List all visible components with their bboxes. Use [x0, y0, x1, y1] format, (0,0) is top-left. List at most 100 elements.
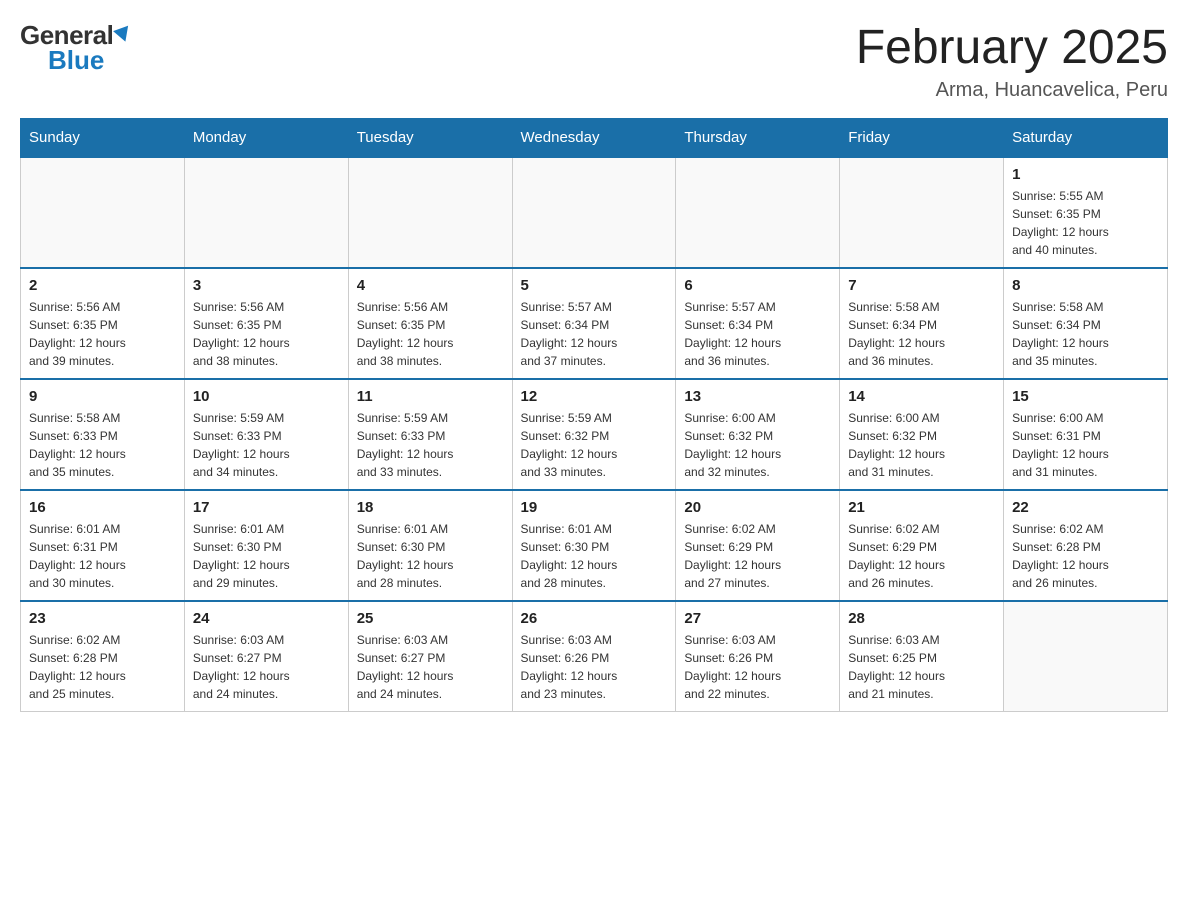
day-info: Sunrise: 6:02 AM Sunset: 6:28 PM Dayligh… — [1012, 520, 1159, 592]
day-number: 20 — [684, 499, 831, 516]
calendar-cell: 6 Sunrise: 5:57 AM Sunset: 6:34 PM Daylig… — [676, 268, 840, 379]
day-number: 3 — [193, 277, 340, 294]
calendar-week-row: 1 Sunrise: 5:55 AM Sunset: 6:35 PM Daylig… — [21, 157, 1168, 268]
day-info: Sunrise: 6:03 AM Sunset: 6:25 PM Dayligh… — [848, 631, 995, 703]
day-info: Sunrise: 6:01 AM Sunset: 6:31 PM Dayligh… — [29, 520, 176, 592]
calendar-cell — [348, 157, 512, 268]
day-info: Sunrise: 5:57 AM Sunset: 6:34 PM Dayligh… — [684, 298, 831, 370]
calendar-cell: 7 Sunrise: 5:58 AM Sunset: 6:34 PM Daylig… — [840, 268, 1004, 379]
calendar-cell — [1004, 601, 1168, 712]
calendar-cell: 13 Sunrise: 6:00 AM Sunset: 6:32 PM Dayli… — [676, 379, 840, 490]
calendar-cell: 25 Sunrise: 6:03 AM Sunset: 6:27 PM Dayli… — [348, 601, 512, 712]
day-info: Sunrise: 5:55 AM Sunset: 6:35 PM Dayligh… — [1012, 187, 1159, 259]
day-info: Sunrise: 5:58 AM Sunset: 6:34 PM Dayligh… — [1012, 298, 1159, 370]
calendar-week-row: 9 Sunrise: 5:58 AM Sunset: 6:33 PM Daylig… — [21, 379, 1168, 490]
logo: General Blue — [20, 20, 131, 76]
day-number: 13 — [684, 388, 831, 405]
day-info: Sunrise: 5:57 AM Sunset: 6:34 PM Dayligh… — [521, 298, 668, 370]
calendar-week-row: 2 Sunrise: 5:56 AM Sunset: 6:35 PM Daylig… — [21, 268, 1168, 379]
day-number: 18 — [357, 499, 504, 516]
day-number: 4 — [357, 277, 504, 294]
day-number: 27 — [684, 610, 831, 627]
day-info: Sunrise: 5:56 AM Sunset: 6:35 PM Dayligh… — [29, 298, 176, 370]
day-info: Sunrise: 6:03 AM Sunset: 6:27 PM Dayligh… — [357, 631, 504, 703]
calendar-table: SundayMondayTuesdayWednesdayThursdayFrid… — [20, 118, 1168, 712]
day-info: Sunrise: 6:00 AM Sunset: 6:31 PM Dayligh… — [1012, 409, 1159, 481]
day-number: 7 — [848, 277, 995, 294]
day-info: Sunrise: 6:02 AM Sunset: 6:28 PM Dayligh… — [29, 631, 176, 703]
calendar-cell: 23 Sunrise: 6:02 AM Sunset: 6:28 PM Dayli… — [21, 601, 185, 712]
day-number: 10 — [193, 388, 340, 405]
calendar-cell: 16 Sunrise: 6:01 AM Sunset: 6:31 PM Dayli… — [21, 490, 185, 601]
calendar-cell: 5 Sunrise: 5:57 AM Sunset: 6:34 PM Daylig… — [512, 268, 676, 379]
day-info: Sunrise: 6:01 AM Sunset: 6:30 PM Dayligh… — [193, 520, 340, 592]
calendar-cell: 22 Sunrise: 6:02 AM Sunset: 6:28 PM Dayli… — [1004, 490, 1168, 601]
day-info: Sunrise: 5:59 AM Sunset: 6:33 PM Dayligh… — [357, 409, 504, 481]
calendar-cell: 21 Sunrise: 6:02 AM Sunset: 6:29 PM Dayli… — [840, 490, 1004, 601]
day-info: Sunrise: 6:01 AM Sunset: 6:30 PM Dayligh… — [521, 520, 668, 592]
calendar-cell: 2 Sunrise: 5:56 AM Sunset: 6:35 PM Daylig… — [21, 268, 185, 379]
day-of-week-header: Tuesday — [348, 119, 512, 158]
day-number: 25 — [357, 610, 504, 627]
day-of-week-header: Sunday — [21, 119, 185, 158]
calendar-cell: 27 Sunrise: 6:03 AM Sunset: 6:26 PM Dayli… — [676, 601, 840, 712]
day-info: Sunrise: 5:58 AM Sunset: 6:33 PM Dayligh… — [29, 409, 176, 481]
day-info: Sunrise: 5:58 AM Sunset: 6:34 PM Dayligh… — [848, 298, 995, 370]
day-of-week-header: Thursday — [676, 119, 840, 158]
day-info: Sunrise: 6:03 AM Sunset: 6:26 PM Dayligh… — [521, 631, 668, 703]
calendar-cell: 26Sunrise: 6:03 AM Sunset: 6:26 PM Dayli… — [512, 601, 676, 712]
day-number: 1 — [1012, 166, 1159, 183]
day-number: 9 — [29, 388, 176, 405]
calendar-week-row: 16 Sunrise: 6:01 AM Sunset: 6:31 PM Dayli… — [21, 490, 1168, 601]
calendar-cell: 19 Sunrise: 6:01 AM Sunset: 6:30 PM Dayli… — [512, 490, 676, 601]
day-info: Sunrise: 5:56 AM Sunset: 6:35 PM Dayligh… — [357, 298, 504, 370]
day-number: 19 — [521, 499, 668, 516]
day-number: 22 — [1012, 499, 1159, 516]
day-info: Sunrise: 6:00 AM Sunset: 6:32 PM Dayligh… — [684, 409, 831, 481]
day-number: 24 — [193, 610, 340, 627]
day-info: Sunrise: 6:03 AM Sunset: 6:26 PM Dayligh… — [684, 631, 831, 703]
location-title: Arma, Huancavelica, Peru — [856, 79, 1168, 102]
calendar-cell: 4 Sunrise: 5:56 AM Sunset: 6:35 PM Daylig… — [348, 268, 512, 379]
calendar-cell — [184, 157, 348, 268]
day-number: 5 — [521, 277, 668, 294]
day-number: 28 — [848, 610, 995, 627]
calendar-cell: 17 Sunrise: 6:01 AM Sunset: 6:30 PM Dayli… — [184, 490, 348, 601]
day-info: Sunrise: 6:02 AM Sunset: 6:29 PM Dayligh… — [848, 520, 995, 592]
calendar-cell: 8 Sunrise: 5:58 AM Sunset: 6:34 PM Daylig… — [1004, 268, 1168, 379]
day-info: Sunrise: 5:56 AM Sunset: 6:35 PM Dayligh… — [193, 298, 340, 370]
day-of-week-header: Saturday — [1004, 119, 1168, 158]
day-number: 2 — [29, 277, 176, 294]
day-number: 11 — [357, 388, 504, 405]
calendar-cell: 14 Sunrise: 6:00 AM Sunset: 6:32 PM Dayli… — [840, 379, 1004, 490]
day-of-week-header: Friday — [840, 119, 1004, 158]
day-info: Sunrise: 6:00 AM Sunset: 6:32 PM Dayligh… — [848, 409, 995, 481]
calendar-cell: 24Sunrise: 6:03 AM Sunset: 6:27 PM Dayli… — [184, 601, 348, 712]
calendar-cell: 15 Sunrise: 6:00 AM Sunset: 6:31 PM Dayli… — [1004, 379, 1168, 490]
day-number: 6 — [684, 277, 831, 294]
calendar-cell: 10 Sunrise: 5:59 AM Sunset: 6:33 PM Dayli… — [184, 379, 348, 490]
calendar-cell — [21, 157, 185, 268]
day-number: 14 — [848, 388, 995, 405]
day-info: Sunrise: 6:01 AM Sunset: 6:30 PM Dayligh… — [357, 520, 504, 592]
day-info: Sunrise: 6:02 AM Sunset: 6:29 PM Dayligh… — [684, 520, 831, 592]
month-title: February 2025 — [856, 20, 1168, 75]
calendar-cell: 3 Sunrise: 5:56 AM Sunset: 6:35 PM Daylig… — [184, 268, 348, 379]
calendar-cell: 12Sunrise: 5:59 AM Sunset: 6:32 PM Dayli… — [512, 379, 676, 490]
calendar-header-row: SundayMondayTuesdayWednesdayThursdayFrid… — [21, 119, 1168, 158]
page-header: General Blue February 2025 Arma, Huancav… — [20, 20, 1168, 102]
day-number: 16 — [29, 499, 176, 516]
calendar-week-row: 23 Sunrise: 6:02 AM Sunset: 6:28 PM Dayli… — [21, 601, 1168, 712]
day-of-week-header: Monday — [184, 119, 348, 158]
day-info: Sunrise: 5:59 AM Sunset: 6:33 PM Dayligh… — [193, 409, 340, 481]
day-number: 15 — [1012, 388, 1159, 405]
day-number: 17 — [193, 499, 340, 516]
calendar-cell: 18 Sunrise: 6:01 AM Sunset: 6:30 PM Dayli… — [348, 490, 512, 601]
logo-blue-text: Blue — [20, 45, 104, 76]
calendar-cell — [840, 157, 1004, 268]
day-number: 23 — [29, 610, 176, 627]
calendar-cell: 1 Sunrise: 5:55 AM Sunset: 6:35 PM Daylig… — [1004, 157, 1168, 268]
day-number: 21 — [848, 499, 995, 516]
day-number: 8 — [1012, 277, 1159, 294]
title-section: February 2025 Arma, Huancavelica, Peru — [856, 20, 1168, 102]
